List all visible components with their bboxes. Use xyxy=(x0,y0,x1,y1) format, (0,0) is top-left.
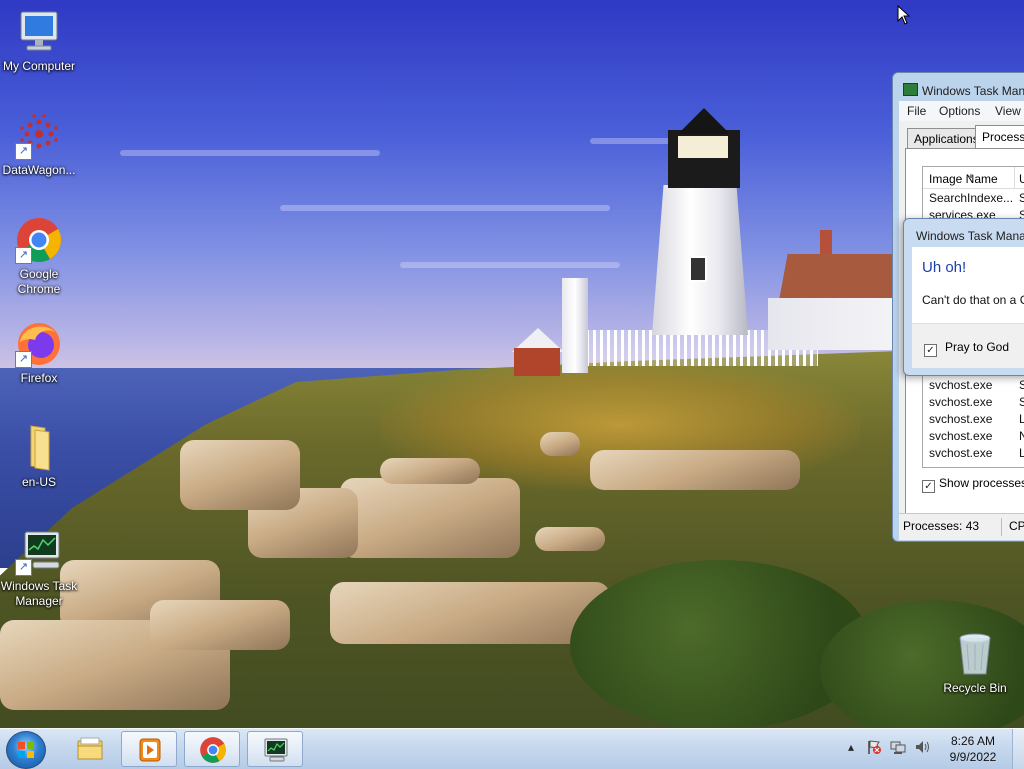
show-hidden-icons-arrow[interactable]: ▴ xyxy=(843,739,859,755)
desktop-icon-label: Google Chrome xyxy=(17,267,61,296)
taskbar-clock[interactable]: 8:26 AM 9/9/2022 xyxy=(938,733,1008,765)
wallpaper-cloud xyxy=(400,262,620,268)
wallpaper-rock xyxy=(340,478,520,558)
wallpaper-house xyxy=(768,298,898,350)
desktop-icon-label: My Computer xyxy=(2,59,76,73)
task-manager-icon xyxy=(903,83,918,96)
error-dialog[interactable]: Windows Task Mana Uh oh! Can't do that o… xyxy=(903,218,1024,376)
explorer-folder-icon xyxy=(76,735,104,763)
datawagon-icon: ↗ xyxy=(15,112,63,160)
show-processes-checkbox[interactable]: ✓Show processes f xyxy=(922,476,1024,493)
shortcut-arrow-icon: ↗ xyxy=(15,247,32,264)
wallpaper-shed xyxy=(514,348,560,376)
shortcut-arrow-icon: ↗ xyxy=(15,559,32,576)
checkbox-checked-icon: ✓ xyxy=(924,344,937,357)
table-row[interactable]: svchost.exeS xyxy=(929,377,1024,394)
dialog-title: Windows Task Mana xyxy=(916,229,1024,243)
wallpaper-cloud xyxy=(280,205,610,211)
volume-icon[interactable] xyxy=(914,739,930,755)
wallpaper-bush xyxy=(570,560,870,728)
desktop-icon-en-us-folder[interactable]: en-US xyxy=(0,424,79,490)
status-cpu: CP xyxy=(1009,519,1024,533)
status-processes: Processes: 43 xyxy=(903,519,980,533)
task-manager-icon: ↗ xyxy=(15,528,63,576)
desktop-icon-label: Firefox xyxy=(20,371,58,385)
menu-bar: File Options View xyxy=(899,101,1024,121)
status-divider xyxy=(1001,518,1002,536)
dialog-main-instruction: Uh oh! xyxy=(922,259,967,276)
wallpaper-cloud xyxy=(120,150,380,156)
menu-file[interactable]: File xyxy=(907,104,926,118)
pray-to-god-checkbox[interactable]: ✓ Pray to God xyxy=(924,340,1009,357)
taskbar-media-player-button[interactable] xyxy=(121,731,177,767)
desktop-icon-my-computer[interactable]: My Computer xyxy=(0,8,79,74)
wallpaper-lighthouse-window xyxy=(689,256,707,282)
media-player-icon xyxy=(136,736,164,764)
chrome-icon: ↗ xyxy=(15,216,63,264)
checkbox-checked-icon: ✓ xyxy=(922,480,935,493)
desktop-icon-label: en-US xyxy=(21,475,56,489)
mouse-cursor-icon xyxy=(897,5,911,25)
computer-icon xyxy=(15,8,63,56)
recycle-bin-icon xyxy=(951,630,999,678)
windows-start-icon xyxy=(18,742,34,758)
menu-options[interactable]: Options xyxy=(939,104,980,118)
desktop-icon-firefox[interactable]: ↗ Firefox xyxy=(0,320,79,386)
tab-processes[interactable]: Processe xyxy=(975,125,1024,150)
start-button[interactable] xyxy=(6,731,46,769)
taskbar-chrome-button[interactable] xyxy=(184,731,240,767)
status-bar: Processes: 43 CP xyxy=(899,513,1024,540)
menu-view[interactable]: View xyxy=(995,104,1021,118)
table-row[interactable]: svchost.exeN xyxy=(929,428,1024,445)
folder-icon xyxy=(15,424,63,472)
clock-date: 9/9/2022 xyxy=(949,750,997,764)
firefox-icon: ↗ xyxy=(15,320,63,368)
wallpaper-rock xyxy=(535,527,605,551)
clock-time: 8:26 AM xyxy=(950,734,996,748)
table-row[interactable]: SearchIndexe...S xyxy=(929,190,1024,207)
desktop-icon-datawagon[interactable]: ↗ DataWagon... xyxy=(0,112,79,178)
action-center-flag-icon[interactable] xyxy=(866,739,882,755)
table-row[interactable]: svchost.exeL xyxy=(929,411,1024,428)
shortcut-arrow-icon: ↗ xyxy=(15,351,32,368)
wallpaper-lighthouse-glass xyxy=(678,136,728,158)
column-header-image-name[interactable]: ▲ Image Name xyxy=(923,167,1015,189)
table-row[interactable]: svchost.exeS xyxy=(929,394,1024,411)
wallpaper-rock xyxy=(180,440,300,510)
desktop-icon-label: Recycle Bin xyxy=(943,681,1007,695)
wallpaper-small-tower xyxy=(562,278,588,373)
sort-ascending-icon: ▲ xyxy=(967,171,975,180)
chrome-icon xyxy=(199,736,227,764)
shortcut-arrow-icon: ↗ xyxy=(15,143,32,160)
wallpaper-rock xyxy=(540,432,580,456)
tab-applications[interactable]: Applications xyxy=(907,128,986,149)
desktop-icon-recycle-bin[interactable]: Recycle Bin xyxy=(935,630,1015,696)
column-header-user[interactable]: U xyxy=(1015,167,1024,189)
dialog-message: Can't do that on a C xyxy=(922,293,1024,307)
wallpaper-rock xyxy=(380,458,480,484)
wallpaper-rock xyxy=(150,600,290,650)
desktop-icon-label: DataWagon... xyxy=(2,163,76,177)
show-desktop-button[interactable] xyxy=(1012,729,1024,769)
dialog-content: Uh oh! Can't do that on a C xyxy=(912,247,1024,323)
desktop-icon-windows-task-manager[interactable]: ↗ Windows Task Manager xyxy=(0,528,79,609)
table-row[interactable]: svchost.exeL xyxy=(929,445,1024,462)
network-icon[interactable] xyxy=(890,739,906,755)
dialog-footer: ✓ Pray to God xyxy=(912,323,1024,368)
taskbar: ▴ 8:26 AM 9/9/2022 xyxy=(0,728,1024,769)
desktop-wallpaper xyxy=(0,0,1024,728)
wallpaper-rock xyxy=(590,450,800,490)
window-title: Windows Task Man xyxy=(903,83,1024,98)
task-manager-icon xyxy=(262,736,290,764)
desktop-icon-label: Windows Task Manager xyxy=(0,579,78,608)
taskbar-task-manager-button[interactable] xyxy=(247,731,303,767)
taskbar-explorer-button[interactable] xyxy=(62,731,118,767)
wallpaper-rock xyxy=(330,582,610,644)
desktop-icon-google-chrome[interactable]: ↗ Google Chrome xyxy=(0,216,79,297)
